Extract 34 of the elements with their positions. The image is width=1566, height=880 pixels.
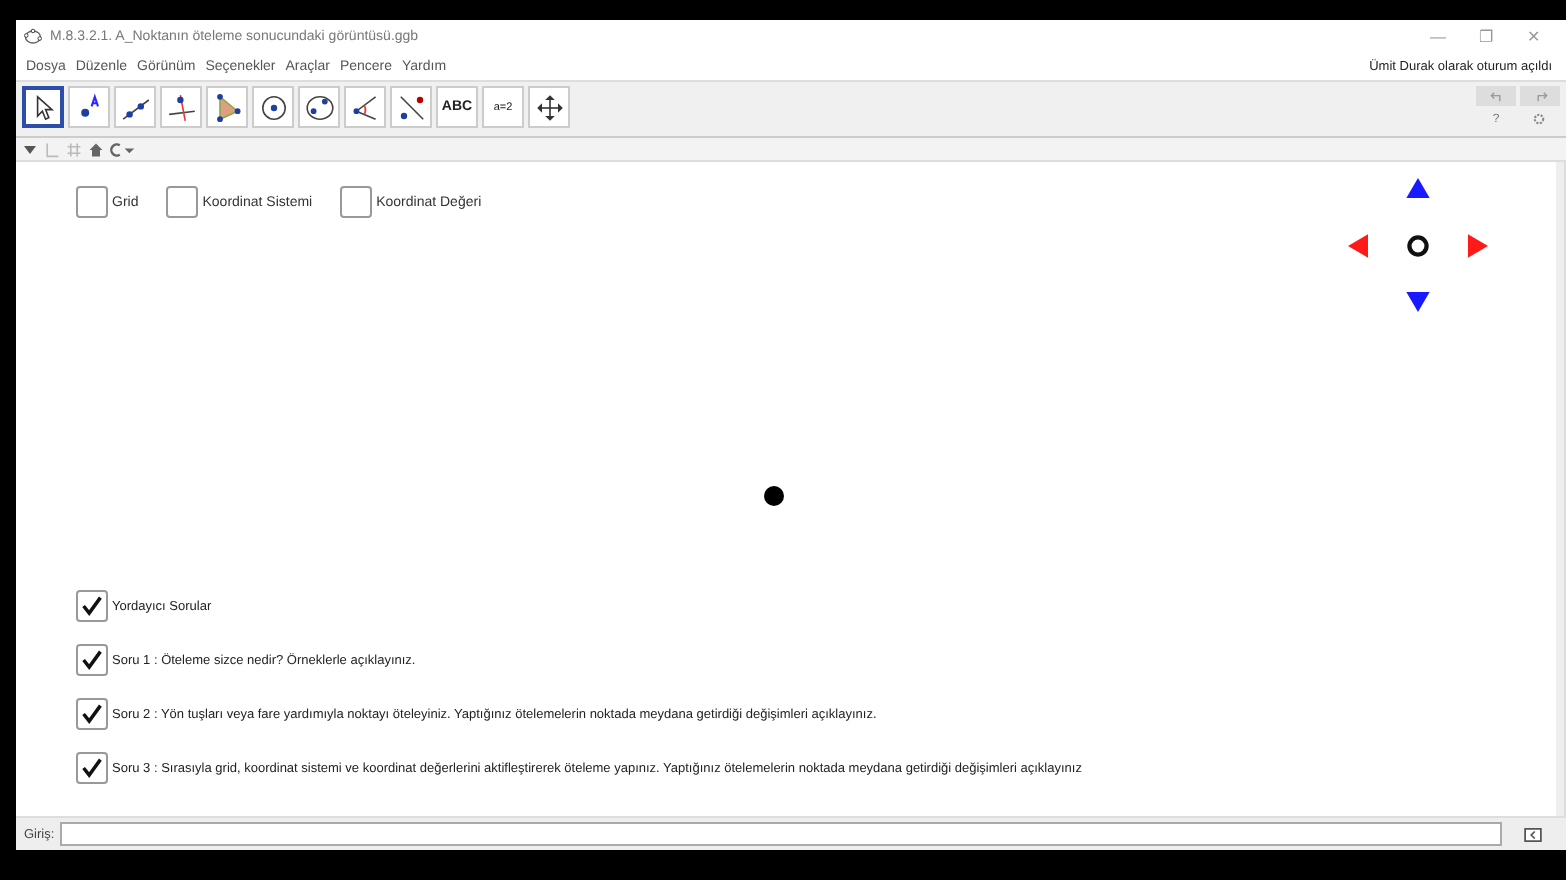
- checkmark-icon: [78, 592, 106, 620]
- checkbox[interactable]: [76, 752, 108, 784]
- left-arrow-icon[interactable]: [1348, 234, 1368, 258]
- checkmark-icon: [78, 754, 106, 782]
- checkbox[interactable]: [76, 590, 108, 622]
- move-arrows-icon: [533, 91, 565, 123]
- ellipse-icon: [303, 91, 335, 123]
- angle-icon: [349, 91, 381, 123]
- panel-handle[interactable]: [1556, 162, 1564, 816]
- checkbox[interactable]: [76, 698, 108, 730]
- tool-button[interactable]: [22, 86, 64, 128]
- reflect-icon: [395, 91, 427, 123]
- settings-icon[interactable]: [1532, 112, 1546, 126]
- down-arrow-icon[interactable]: [1406, 292, 1430, 312]
- undo-icon: [1489, 89, 1503, 103]
- redo-icon: [1533, 89, 1547, 103]
- crossing-lines-icon: [165, 91, 197, 123]
- ring-icon: [1406, 234, 1430, 258]
- checkbox[interactable]: [76, 644, 108, 676]
- checkbox[interactable]: [76, 186, 108, 218]
- triangle-icon: [211, 91, 243, 123]
- checkmark-icon: [78, 646, 106, 674]
- up-arrow-icon[interactable]: [1406, 178, 1430, 198]
- input-field[interactable]: [60, 822, 1502, 846]
- point-dot[interactable]: [764, 486, 784, 506]
- checkbox[interactable]: [166, 186, 199, 218]
- home-icon[interactable]: [88, 141, 104, 157]
- checkmark-icon: [78, 700, 106, 728]
- point-capture-icon[interactable]: [110, 141, 136, 157]
- right-arrow-icon[interactable]: [1468, 234, 1488, 258]
- app-logo-icon: [24, 27, 42, 45]
- keyboard-icon[interactable]: [1524, 827, 1542, 841]
- circle-icon: [257, 91, 289, 123]
- checkbox[interactable]: [340, 186, 373, 218]
